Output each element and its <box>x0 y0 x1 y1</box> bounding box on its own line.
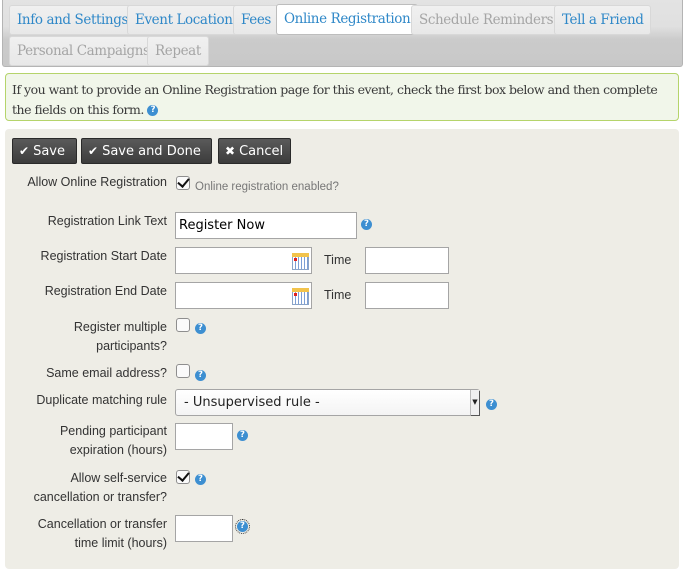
help-text: If you want to provide an Online Registr… <box>12 82 658 117</box>
tab-event-location[interactable]: Event Location <box>127 5 241 35</box>
help-icon[interactable]: ? <box>235 519 250 534</box>
calendar-icon[interactable] <box>292 288 309 305</box>
help-icon[interactable]: ? <box>147 105 159 116</box>
help-icon[interactable]: ? <box>237 430 248 441</box>
label-line: time limit (hours) <box>74 536 167 550</box>
cancel-label: Cancel <box>239 144 284 159</box>
allow-online-checkbox[interactable] <box>176 176 190 190</box>
allow-online-label: Allow Online Registration <box>27 175 167 189</box>
start-time-label: Time <box>324 253 352 267</box>
label-line: participants? <box>96 339 167 353</box>
tab-bar: Info and Settings Event Location Fees On… <box>2 0 683 67</box>
save-button[interactable]: ✔ Save <box>12 138 77 164</box>
link-text-label: Registration Link Text <box>47 214 167 228</box>
label-line: Cancellation or transfer <box>37 517 167 531</box>
tab-fees[interactable]: Fees <box>233 5 279 35</box>
label-line: Allow self-service <box>70 471 167 485</box>
label-line: Register multiple <box>73 320 167 334</box>
dedupe-rule-select[interactable]: - Unsupervised rule - ▼ <box>175 389 480 416</box>
tab-repeat: Repeat <box>147 36 209 66</box>
end-date-label: Registration End Date <box>44 284 167 298</box>
label-line: cancellation or transfer? <box>33 490 167 504</box>
dedupe-rule-value: - Unsupervised rule - <box>184 395 320 410</box>
tab-schedule-reminders: Schedule Reminders <box>411 5 562 35</box>
pending-expiration-input[interactable] <box>175 423 233 450</box>
cancel-limit-label: Cancellation or transfer time limit (hou… <box>38 515 167 553</box>
allow-online-hint: Online registration enabled? <box>195 181 339 193</box>
end-time-input[interactable] <box>365 282 449 309</box>
calendar-icon[interactable] <box>292 253 309 270</box>
dedupe-rule-label: Duplicate matching rule <box>36 393 167 407</box>
help-message: If you want to provide an Online Registr… <box>5 73 679 121</box>
check-circle-icon: ✔ <box>88 144 99 158</box>
cancel-button[interactable]: ✖ Cancel <box>218 138 291 164</box>
registration-form: ✔ Save ✔ Save and Done ✖ Cancel Allow Onlin… <box>5 129 679 569</box>
help-icon[interactable]: ? <box>195 370 206 381</box>
self-service-label: Allow self-service cancellation or trans… <box>34 469 167 507</box>
end-time-label: Time <box>324 288 352 302</box>
chevron-down-icon: ▼ <box>470 390 479 415</box>
label-line: Pending participant <box>59 424 167 438</box>
start-date-label: Registration Start Date <box>40 249 167 263</box>
self-service-checkbox[interactable] <box>176 470 190 484</box>
help-icon[interactable]: ? <box>195 474 206 485</box>
check-icon: ✔ <box>19 144 30 158</box>
same-email-checkbox[interactable] <box>176 364 190 378</box>
same-email-label: Same email address? <box>46 366 167 380</box>
register-multiple-checkbox[interactable] <box>176 318 190 332</box>
help-icon[interactable]: ? <box>361 219 372 230</box>
register-multiple-label: Register multiple participants? <box>74 318 167 356</box>
tab-personal-campaigns: Personal Campaigns <box>9 36 158 66</box>
save-label: Save <box>33 144 65 159</box>
cancel-limit-input[interactable] <box>175 515 233 542</box>
tab-info-and-settings[interactable]: Info and Settings <box>9 5 136 35</box>
help-icon[interactable]: ? <box>486 399 497 410</box>
tab-tell-a-friend[interactable]: Tell a Friend <box>554 5 652 35</box>
close-icon: ✖ <box>225 144 236 158</box>
start-time-input[interactable] <box>365 247 449 274</box>
save-and-done-label: Save and Done <box>102 144 201 159</box>
tab-online-registration[interactable]: Online Registration <box>276 4 419 35</box>
help-icon[interactable]: ? <box>195 323 206 334</box>
save-and-done-button[interactable]: ✔ Save and Done <box>81 138 212 164</box>
pending-expiration-label: Pending participant expiration (hours) <box>60 422 167 460</box>
label-line: expiration (hours) <box>69 443 167 457</box>
link-text-input[interactable]: Register Now <box>175 212 357 239</box>
